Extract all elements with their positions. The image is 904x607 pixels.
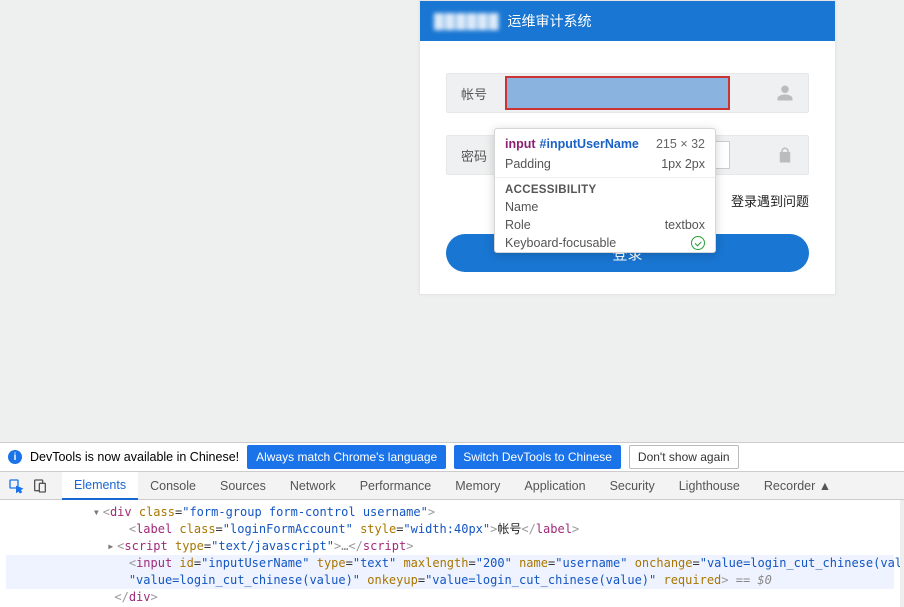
username-row: 帐号 bbox=[446, 73, 809, 113]
inspect-element-toggle[interactable] bbox=[4, 474, 28, 498]
dom-line-4b-selected[interactable]: "value=login_cut_chinese(value)" onkeyup… bbox=[6, 572, 894, 589]
inspector-role-label: Role bbox=[505, 218, 665, 232]
inspector-accessibility-heading: ACCESSIBILITY bbox=[495, 177, 715, 198]
inspector-dimensions: 215 × 32 bbox=[656, 137, 705, 151]
title-prefix-blurred: ██████ bbox=[434, 13, 500, 29]
inspector-selector-tag: input bbox=[505, 137, 536, 151]
inspector-padding-value: 1px 2px bbox=[661, 157, 705, 171]
dom-line-5[interactable]: </div> bbox=[6, 589, 894, 606]
password-label: 密码 bbox=[447, 136, 501, 174]
info-icon: i bbox=[8, 450, 22, 464]
info-btn-dismiss[interactable]: Don't show again bbox=[629, 445, 739, 469]
lock-icon bbox=[776, 146, 794, 164]
devtools-tab-recorder-[interactable]: Recorder ▲ bbox=[752, 472, 843, 500]
devtools-tab-network[interactable]: Network bbox=[278, 472, 348, 500]
login-title-bar: ██████ 运维审计系统 bbox=[420, 1, 835, 41]
dom-line-1[interactable]: ▾<div class="form-group form-control use… bbox=[6, 504, 894, 521]
devtools-tab-console[interactable]: Console bbox=[138, 472, 208, 500]
username-input[interactable] bbox=[505, 76, 730, 110]
inspector-role-row: Role textbox bbox=[495, 216, 715, 234]
info-bar-message: DevTools is now available in Chinese! bbox=[30, 450, 239, 464]
info-btn-switch[interactable]: Switch DevTools to Chinese bbox=[454, 445, 621, 469]
inspector-selector-id: #inputUserName bbox=[540, 137, 639, 151]
inspector-tooltip-header: input #inputUserName 215 × 32 bbox=[495, 129, 715, 155]
inspector-role-value: textbox bbox=[665, 218, 705, 232]
username-field-wrap bbox=[501, 74, 762, 112]
device-toolbar-toggle[interactable] bbox=[28, 474, 52, 498]
devtools-tabstrip: ElementsConsoleSourcesNetworkPerformance… bbox=[0, 472, 904, 500]
inspector-padding-row: Padding 1px 2px bbox=[495, 155, 715, 173]
devtools-tab-application[interactable]: Application bbox=[512, 472, 597, 500]
inspector-padding-label: Padding bbox=[505, 157, 661, 171]
inspector-name-row: Name bbox=[495, 198, 715, 216]
devtools-tab-lighthouse[interactable]: Lighthouse bbox=[667, 472, 752, 500]
devtools-info-bar: i DevTools is now available in Chinese! … bbox=[0, 442, 904, 472]
dom-line-4-selected[interactable]: <input id="inputUserName" type="text" ma… bbox=[6, 555, 894, 572]
dom-line-2[interactable]: <label class="loginFormAccount" style="w… bbox=[6, 521, 894, 538]
password-addon bbox=[762, 136, 808, 174]
devtools-tab-performance[interactable]: Performance bbox=[348, 472, 444, 500]
devtools-tab-elements[interactable]: Elements bbox=[62, 472, 138, 500]
username-addon bbox=[762, 74, 808, 112]
inspector-kf-label: Keyboard-focusable bbox=[505, 236, 691, 250]
username-label: 帐号 bbox=[447, 74, 501, 112]
login-title: 运维审计系统 bbox=[508, 11, 592, 31]
inspector-name-label: Name bbox=[505, 200, 705, 214]
page-background: ██████ 运维审计系统 帐号 密码 bbox=[0, 0, 904, 442]
dom-line-3[interactable]: ▸<script type="text/javascript">…</scrip… bbox=[6, 538, 894, 555]
devtools-tab-sources[interactable]: Sources bbox=[208, 472, 278, 500]
devtools-tab-security[interactable]: Security bbox=[598, 472, 667, 500]
check-icon bbox=[691, 236, 705, 250]
devtools-elements-panel[interactable]: ▾<div class="form-group form-control use… bbox=[0, 500, 904, 607]
user-icon bbox=[776, 84, 794, 102]
inspector-kf-row: Keyboard-focusable bbox=[495, 234, 715, 252]
login-trouble-link[interactable]: 登录遇到问题 bbox=[731, 194, 809, 209]
info-btn-always-match[interactable]: Always match Chrome's language bbox=[247, 445, 446, 469]
inspector-tooltip: input #inputUserName 215 × 32 Padding 1px… bbox=[494, 128, 716, 253]
devtools-tab-memory[interactable]: Memory bbox=[443, 472, 512, 500]
